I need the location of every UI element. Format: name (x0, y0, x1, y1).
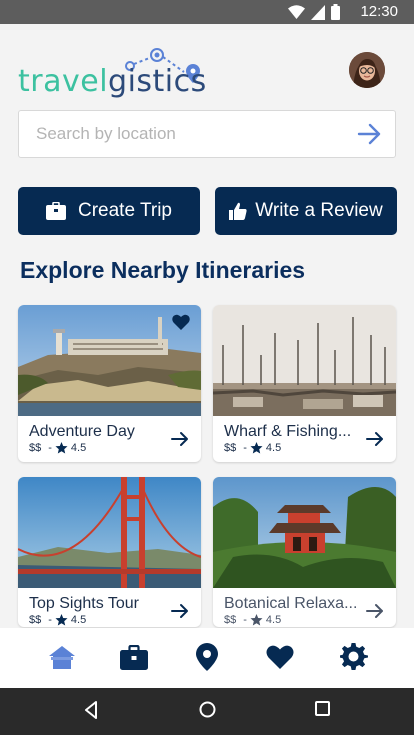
back-icon[interactable] (84, 701, 98, 719)
star-icon (250, 442, 263, 454)
itinerary-meta: $$ - 4.5 (224, 442, 281, 454)
itinerary-meta: $$ - 4.5 (224, 614, 281, 626)
logo-text-part2: gistics (108, 64, 207, 99)
meta-separator: - (243, 442, 247, 454)
logo-wordmark: travelgistics (18, 64, 207, 99)
tab-trips[interactable] (117, 640, 151, 674)
write-review-button[interactable]: Write a Review (215, 187, 397, 235)
app-screen: travelgistics Create Trip (0, 24, 414, 688)
app-logo: travelgistics (18, 36, 208, 99)
heart-icon (266, 645, 294, 669)
briefcase-icon (46, 202, 66, 220)
itinerary-photo (213, 477, 396, 588)
section-title: Explore Nearby Itineraries (20, 257, 306, 283)
itinerary-card[interactable]: Top Sights Tour $$ - 4.5 (18, 477, 201, 627)
wifi-icon (288, 4, 305, 19)
tab-home[interactable] (45, 640, 79, 674)
clock: 12:30 (360, 3, 398, 20)
logo-text-part1: travel (18, 64, 109, 99)
search-input[interactable] (19, 111, 339, 157)
itinerary-title: Wharf & Fishing... (224, 423, 352, 440)
rating-value: 4.5 (70, 442, 87, 454)
home-circle-icon[interactable] (199, 701, 216, 718)
home-icon (49, 646, 75, 669)
itinerary-card[interactable]: Wharf & Fishing... $$ - 4.5 (213, 305, 396, 462)
star-icon (250, 614, 263, 626)
search-bar (18, 110, 396, 158)
create-trip-button[interactable]: Create Trip (18, 187, 200, 235)
thumbs-up-icon (229, 202, 247, 220)
itinerary-card[interactable]: Adventure Day $$ - 4.5 (18, 305, 201, 462)
price-level: $$ (29, 442, 42, 454)
itinerary-photo (18, 477, 201, 588)
battery-icon (331, 4, 340, 20)
itinerary-meta: $$ - 4.5 (29, 442, 86, 454)
avatar-image (349, 52, 385, 88)
price-level: $$ (29, 614, 42, 626)
rating-value: 4.5 (265, 614, 282, 626)
arrow-right-icon[interactable] (366, 430, 384, 448)
price-level: $$ (224, 614, 237, 626)
arrow-right-icon[interactable] (171, 430, 189, 448)
write-review-label: Write a Review (255, 200, 383, 221)
meta-separator: - (48, 442, 52, 454)
itinerary-title: Top Sights Tour (29, 595, 139, 612)
cellular-icon (311, 4, 325, 20)
itinerary-title: Adventure Day (29, 423, 135, 440)
arrow-right-icon[interactable] (171, 602, 189, 620)
price-level: $$ (224, 442, 237, 454)
tab-map[interactable] (190, 640, 224, 674)
briefcase-icon (120, 644, 148, 670)
rating-value: 4.5 (265, 442, 282, 454)
rating-value: 4.5 (70, 614, 87, 626)
status-icons (288, 4, 340, 20)
itinerary-title: Botanical Relaxa... (224, 595, 358, 612)
bottom-tab-bar (0, 628, 414, 688)
status-bar: 12:30 (0, 0, 414, 24)
recents-icon[interactable] (315, 701, 330, 716)
meta-separator: - (48, 614, 52, 626)
bridge-photo (18, 477, 201, 588)
star-icon (55, 614, 68, 626)
pagoda-photo (213, 477, 396, 588)
arrow-right-icon[interactable] (366, 602, 384, 620)
itinerary-card[interactable]: Botanical Relaxa... $$ - 4.5 (213, 477, 396, 627)
arrow-right-icon[interactable] (357, 122, 383, 146)
favorite-heart-icon[interactable] (172, 314, 190, 330)
tab-favorites[interactable] (263, 640, 297, 674)
system-nav-bar (0, 688, 414, 735)
meta-separator: - (243, 614, 247, 626)
avatar[interactable] (349, 52, 385, 88)
gear-icon (340, 643, 368, 671)
tab-settings[interactable] (337, 640, 371, 674)
harbor-photo (213, 305, 396, 416)
itinerary-photo (213, 305, 396, 416)
star-icon (55, 442, 68, 454)
create-trip-label: Create Trip (78, 200, 172, 221)
location-pin-icon (196, 643, 218, 671)
itinerary-meta: $$ - 4.5 (29, 614, 86, 626)
